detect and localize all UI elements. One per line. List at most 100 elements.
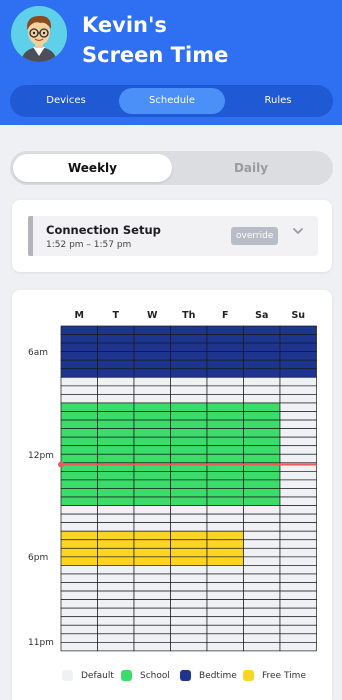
schedule-cell[interactable]	[97, 471, 135, 481]
schedule-cell[interactable]	[60, 411, 98, 421]
schedule-cell[interactable]	[133, 607, 171, 618]
schedule-cell[interactable]	[60, 471, 98, 481]
schedule-cell[interactable]	[97, 522, 135, 532]
schedule-cell[interactable]	[97, 428, 135, 438]
schedule-cell[interactable]	[279, 573, 317, 583]
schedule-cell[interactable]	[206, 573, 244, 583]
schedule-cell[interactable]	[170, 496, 208, 506]
schedule-cell[interactable]	[97, 411, 135, 421]
schedule-cell[interactable]	[60, 376, 98, 387]
schedule-cell[interactable]	[133, 419, 171, 429]
schedule-cell[interactable]	[170, 547, 208, 558]
schedule-cell[interactable]	[206, 616, 244, 626]
schedule-cell[interactable]	[60, 565, 98, 575]
schedule-cell[interactable]	[170, 376, 208, 387]
schedule-cell[interactable]	[279, 325, 317, 335]
schedule-cell[interactable]	[60, 513, 98, 524]
schedule-cell[interactable]	[243, 513, 281, 524]
schedule-cell[interactable]	[97, 624, 135, 635]
schedule-cell[interactable]	[133, 633, 171, 643]
schedule-cell[interactable]	[97, 334, 135, 344]
schedule-cell[interactable]	[60, 539, 98, 549]
schedule-cell[interactable]	[97, 402, 135, 412]
schedule-cell[interactable]	[206, 642, 244, 652]
schedule-cell[interactable]	[97, 539, 135, 549]
schedule-cell[interactable]	[97, 607, 135, 618]
schedule-cell[interactable]	[279, 505, 317, 515]
schedule-cell[interactable]	[60, 453, 98, 464]
schedule-cell[interactable]	[133, 488, 171, 498]
schedule-cell[interactable]	[279, 607, 317, 618]
schedule-cell[interactable]	[206, 402, 244, 412]
schedule-cell[interactable]	[279, 471, 317, 481]
schedule-cell[interactable]	[133, 590, 171, 600]
schedule-cell[interactable]	[170, 530, 208, 541]
schedule-cell[interactable]	[243, 428, 281, 438]
schedule-cell[interactable]	[170, 453, 208, 464]
schedule-cell[interactable]	[170, 325, 208, 335]
schedule-cell[interactable]	[243, 556, 281, 566]
schedule-cell[interactable]	[243, 471, 281, 481]
schedule-cell[interactable]	[243, 624, 281, 635]
schedule-cell[interactable]	[170, 513, 208, 524]
schedule-cell[interactable]	[97, 599, 135, 609]
schedule-cell[interactable]	[60, 394, 98, 404]
schedule-cell[interactable]	[60, 505, 98, 515]
schedule-cell[interactable]	[133, 624, 171, 635]
schedule-cell[interactable]	[206, 633, 244, 643]
schedule-cell[interactable]	[206, 385, 244, 395]
schedule-cell[interactable]	[133, 599, 171, 609]
schedule-cell[interactable]	[279, 496, 317, 506]
schedule-cell[interactable]	[170, 616, 208, 626]
schedule-cell[interactable]	[133, 565, 171, 575]
schedule-cell[interactable]	[279, 411, 317, 421]
schedule-cell[interactable]	[170, 633, 208, 643]
schedule-cell[interactable]	[206, 582, 244, 592]
schedule-cell[interactable]	[60, 351, 98, 361]
schedule-cell[interactable]	[206, 556, 244, 566]
schedule-cell[interactable]	[206, 488, 244, 498]
schedule-cell[interactable]	[279, 633, 317, 643]
schedule-cell[interactable]	[60, 445, 98, 455]
schedule-cell[interactable]	[60, 342, 98, 352]
schedule-cell[interactable]	[170, 385, 208, 395]
schedule-cell[interactable]	[97, 556, 135, 566]
schedule-cell[interactable]	[170, 624, 208, 635]
schedule-cell[interactable]	[97, 394, 135, 404]
schedule-cell[interactable]	[206, 419, 244, 429]
schedule-cell[interactable]	[170, 411, 208, 421]
schedule-cell[interactable]	[279, 539, 317, 549]
schedule-cell[interactable]	[206, 428, 244, 438]
schedule-cell[interactable]	[243, 522, 281, 532]
schedule-cell[interactable]	[170, 436, 208, 447]
schedule-cell[interactable]	[206, 547, 244, 558]
schedule-cell[interactable]	[133, 402, 171, 412]
schedule-cell[interactable]	[243, 642, 281, 652]
schedule-cell[interactable]	[243, 633, 281, 643]
schedule-cell[interactable]	[97, 359, 135, 370]
schedule-cell[interactable]	[243, 419, 281, 429]
schedule-cell[interactable]	[97, 496, 135, 506]
schedule-cell[interactable]	[133, 547, 171, 558]
schedule-cell[interactable]	[243, 582, 281, 592]
schedule-cell[interactable]	[279, 565, 317, 575]
schedule-cell[interactable]	[170, 539, 208, 549]
schedule-cell[interactable]	[279, 547, 317, 558]
schedule-cell[interactable]	[170, 556, 208, 566]
schedule-cell[interactable]	[133, 453, 171, 464]
schedule-cell[interactable]	[243, 402, 281, 412]
schedule-cell[interactable]	[279, 453, 317, 464]
schedule-cell[interactable]	[206, 565, 244, 575]
schedule-cell[interactable]	[206, 453, 244, 464]
schedule-cell[interactable]	[279, 590, 317, 600]
schedule-cell[interactable]	[279, 351, 317, 361]
schedule-cell[interactable]	[97, 547, 135, 558]
schedule-cell[interactable]	[170, 488, 208, 498]
schedule-cell[interactable]	[206, 607, 244, 618]
schedule-cell[interactable]	[206, 351, 244, 361]
schedule-cell[interactable]	[60, 359, 98, 370]
schedule-cell[interactable]	[243, 394, 281, 404]
schedule-cell[interactable]	[206, 334, 244, 344]
schedule-cell[interactable]	[133, 505, 171, 515]
schedule-cell[interactable]	[60, 402, 98, 412]
